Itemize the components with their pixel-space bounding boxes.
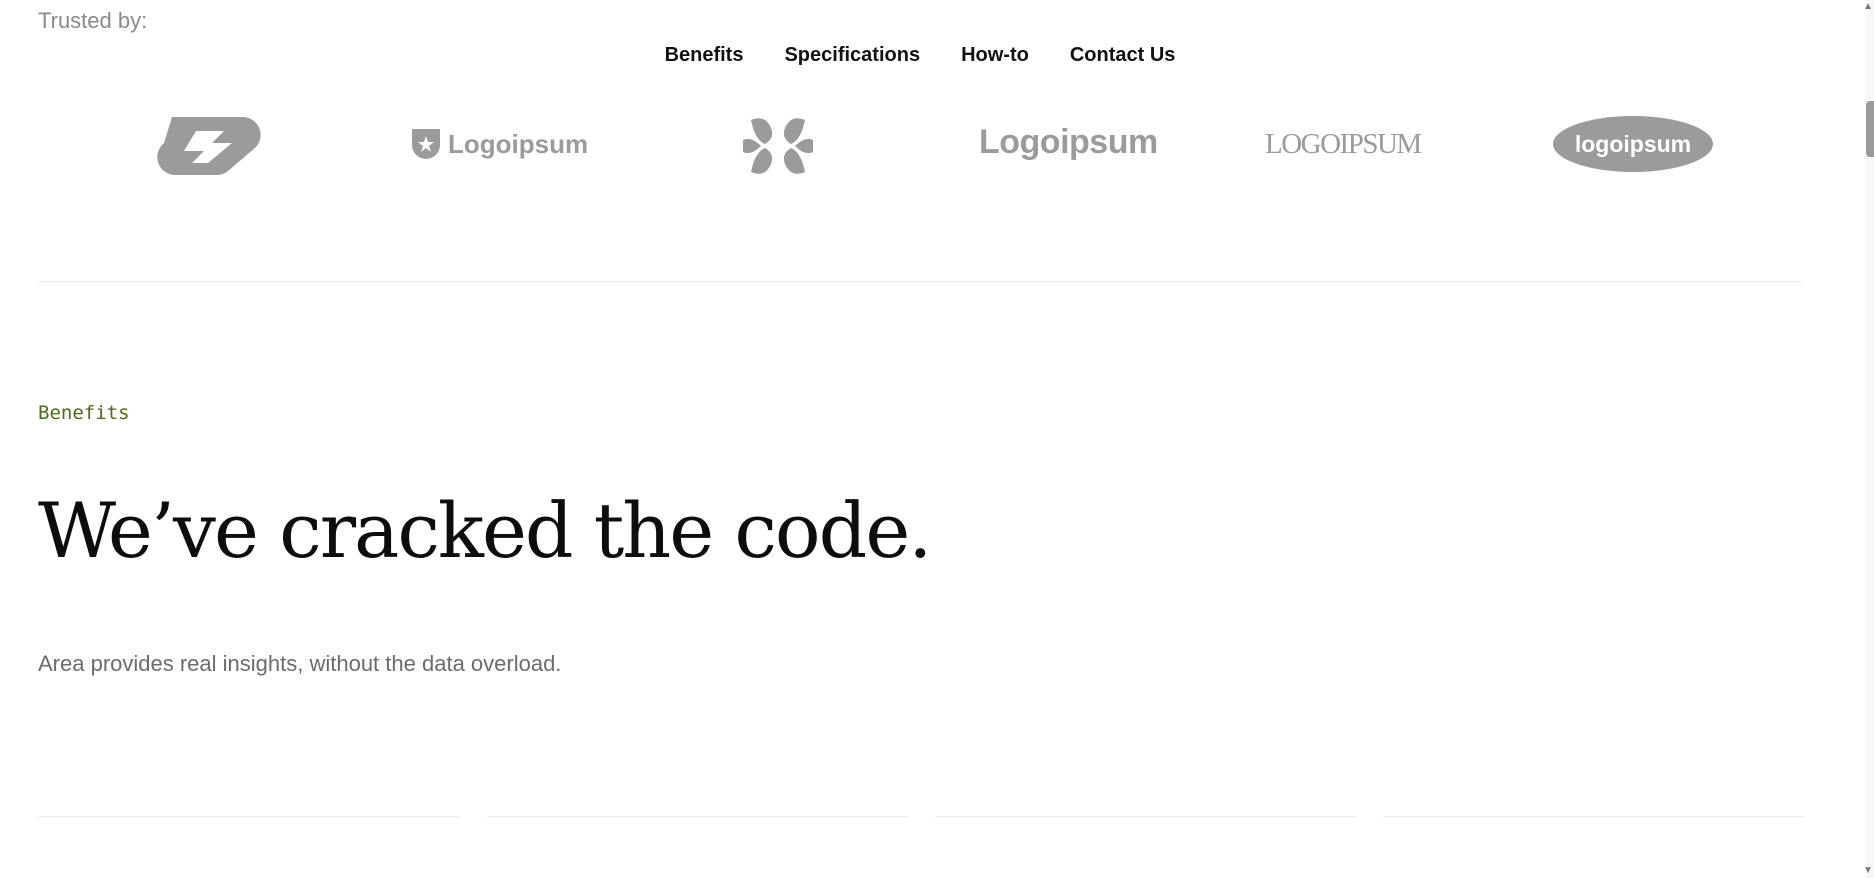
oval-badge-logo: logoipsum (1553, 116, 1713, 172)
scroll-down-arrow-icon[interactable]: ▼ (1863, 866, 1873, 876)
shield-wordmark-text: Logoipsum (448, 128, 589, 159)
serif-wordmark-text: LOGOIPSUM (1265, 128, 1422, 160)
shield-icon (412, 129, 440, 159)
nav-specifications[interactable]: Specifications (784, 44, 920, 67)
abstract-chain-icon (157, 117, 261, 176)
section-eyebrow: Benefits (38, 402, 130, 424)
oval-badge-text: logoipsum (1574, 130, 1692, 157)
shield-wordmark-logo: Logoipsum (410, 127, 588, 161)
nav-benefits[interactable]: Benefits (665, 44, 744, 67)
card-divider (935, 816, 1356, 817)
serif-wordmark-logo: LOGOIPSUM (1265, 128, 1422, 161)
bold-wordmark-logo: Logoipsum (979, 123, 1158, 162)
nav-contact-us[interactable]: Contact Us (1070, 44, 1176, 67)
nav-how-to[interactable]: How-to (961, 44, 1029, 67)
petal-mark-logo (741, 114, 815, 178)
card-divider (487, 816, 908, 817)
card-divider (38, 816, 459, 817)
trusted-by-label: Trusted by: (38, 8, 148, 33)
petal-icon (743, 118, 813, 174)
client-logos: Logoipsum Logoipsum LOGOIPSUM logoipsum (0, 110, 1840, 180)
section-headline: We’ve cracked the code. (38, 486, 932, 575)
scroll-up-arrow-icon[interactable]: ▲ (1863, 2, 1873, 12)
section-divider (38, 281, 1802, 282)
top-nav: Benefits Specifications How-to Contact U… (0, 44, 1840, 67)
section-subtext: Area provides real insights, without the… (38, 651, 562, 676)
abstract-chain-logo (152, 113, 264, 177)
scrollbar-thumb[interactable] (1866, 101, 1874, 157)
bold-wordmark-text: Logoipsum (979, 123, 1158, 161)
card-divider (1383, 816, 1804, 817)
